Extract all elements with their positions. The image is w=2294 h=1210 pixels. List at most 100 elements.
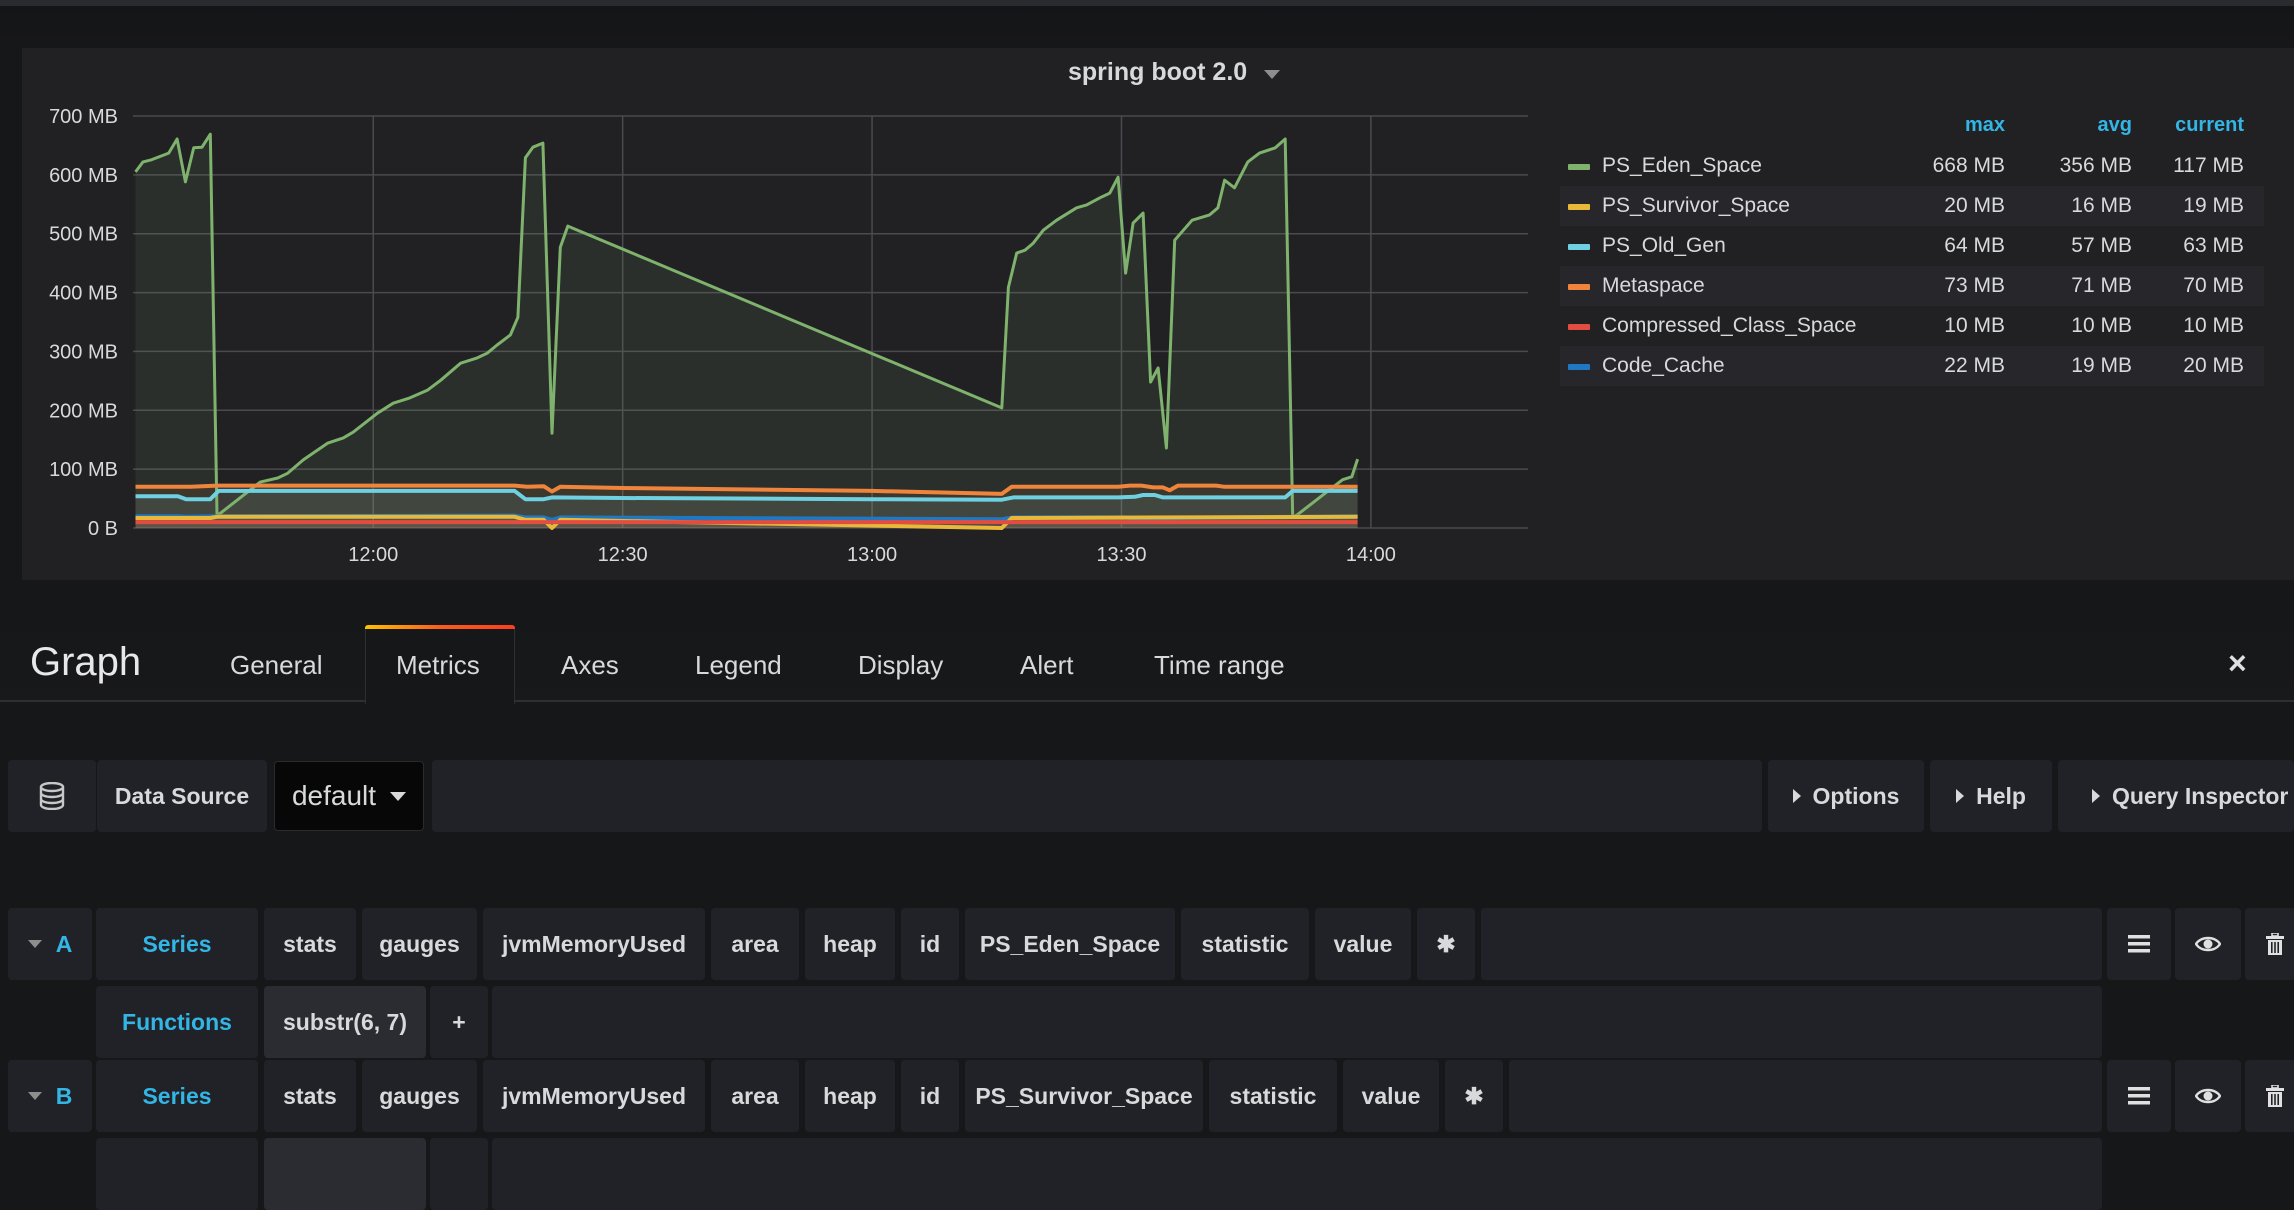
query-menu-button[interactable] — [2107, 908, 2171, 980]
trash-icon — [2266, 933, 2284, 955]
query-segment[interactable]: gauges — [362, 1060, 477, 1132]
legend-value-current: 70 MB — [2183, 274, 2244, 297]
toggle-visibility-button[interactable] — [2175, 908, 2241, 980]
query-row-filler — [1509, 1060, 2102, 1132]
legend-swatch[interactable] — [1568, 244, 1590, 250]
close-icon[interactable]: × — [2228, 645, 2247, 682]
y-tick-label: 700 MB — [49, 106, 118, 128]
datasource-label: Data Source — [97, 760, 267, 832]
query-segment[interactable]: heap — [805, 908, 895, 980]
functions-label: Functions — [96, 986, 258, 1058]
query-segment[interactable]: PS_Survivor_Space — [965, 1060, 1203, 1132]
legend-series-name[interactable]: Compressed_Class_Space — [1602, 314, 1856, 338]
query-segment[interactable]: jvmMemoryUsed — [483, 908, 705, 980]
query-inspector-label: Query Inspector — [2112, 782, 2289, 809]
query-ref-toggle[interactable]: B — [8, 1060, 92, 1132]
database-icon — [39, 782, 65, 810]
tab-metrics[interactable]: Metrics — [396, 650, 480, 681]
legend: max avg current PS_Eden_Space 668 MB 356 M… — [1560, 108, 2264, 386]
query-segment[interactable]: value — [1315, 908, 1411, 980]
function-chip[interactable]: substr(6, 7) — [264, 986, 426, 1058]
tab-axes[interactable]: Axes — [561, 650, 619, 681]
query-segment[interactable]: statistic — [1181, 908, 1309, 980]
eye-icon — [2195, 1088, 2221, 1104]
legend-header-current[interactable]: current — [2144, 114, 2244, 137]
legend-swatch[interactable] — [1568, 324, 1590, 330]
add-function-button[interactable]: + — [430, 986, 488, 1058]
editor-header — [0, 620, 2294, 702]
legend-swatch[interactable] — [1568, 164, 1590, 170]
help-label: Help — [1976, 782, 2026, 809]
function-chip[interactable] — [264, 1138, 426, 1210]
tab-time-range[interactable]: Time range — [1154, 650, 1285, 681]
query-segment[interactable]: jvmMemoryUsed — [483, 1060, 705, 1132]
y-tick-label: 200 MB — [49, 400, 118, 422]
options-button[interactable]: Options — [1768, 760, 1924, 832]
help-button[interactable]: Help — [1930, 760, 2052, 832]
legend-value-max: 73 MB — [1944, 274, 2005, 297]
legend-item[interactable]: PS_Old_Gen 64 MB 57 MB 63 MB — [1560, 226, 2264, 266]
collapse-caret-icon — [27, 940, 42, 948]
toggle-visibility-button[interactable] — [2175, 1060, 2241, 1132]
legend-item[interactable]: PS_Survivor_Space 20 MB 16 MB 19 MB — [1560, 186, 2264, 226]
legend-swatch[interactable] — [1568, 364, 1590, 370]
query-segment[interactable]: id — [901, 908, 959, 980]
legend-item[interactable]: Compressed_Class_Space 10 MB 10 MB 10 MB — [1560, 306, 2264, 346]
legend-value-avg: 356 MB — [2059, 154, 2132, 177]
legend-item[interactable]: Code_Cache 22 MB 19 MB 20 MB — [1560, 346, 2264, 386]
add-segment-button[interactable]: ✱ — [1417, 908, 1475, 980]
caret-right-icon — [2092, 789, 2100, 803]
legend-value-avg: 16 MB — [2071, 194, 2132, 217]
y-tick-label: 600 MB — [49, 165, 118, 187]
query-segment[interactable]: value — [1343, 1060, 1439, 1132]
eye-icon — [2195, 936, 2221, 952]
query-row-filler — [1481, 908, 2102, 980]
legend-series-name[interactable]: PS_Eden_Space — [1602, 154, 1762, 178]
editor-title: Graph — [30, 640, 142, 684]
query-segment[interactable]: stats — [264, 1060, 356, 1132]
tab-display[interactable]: Display — [858, 650, 943, 681]
query-segment[interactable]: PS_Eden_Space — [965, 908, 1175, 980]
legend-value-max: 10 MB — [1944, 314, 2005, 337]
legend-value-avg: 19 MB — [2071, 354, 2132, 377]
chevron-down-icon — [390, 791, 407, 801]
legend-value-avg: 71 MB — [2071, 274, 2132, 297]
legend-header-avg[interactable]: avg — [2032, 114, 2132, 137]
functions-label — [96, 1138, 258, 1210]
legend-series-name[interactable]: PS_Old_Gen — [1602, 234, 1726, 258]
x-tick-label: 12:00 — [348, 544, 398, 566]
y-tick-label: 500 MB — [49, 224, 118, 246]
query-menu-button[interactable] — [2107, 1060, 2171, 1132]
query-segment[interactable]: id — [901, 1060, 959, 1132]
series-label: Series — [96, 1060, 258, 1132]
legend-value-current: 20 MB — [2183, 354, 2244, 377]
legend-item[interactable]: PS_Eden_Space 668 MB 356 MB 117 MB — [1560, 146, 2264, 186]
add-segment-button[interactable]: ✱ — [1445, 1060, 1503, 1132]
tab-legend[interactable]: Legend — [695, 650, 782, 681]
query-ref-toggle[interactable]: A — [8, 908, 92, 980]
legend-swatch[interactable] — [1568, 284, 1590, 290]
query-inspector-button[interactable]: Query Inspector — [2058, 760, 2294, 832]
y-tick-label: 0 B — [88, 518, 118, 540]
query-segment[interactable]: gauges — [362, 908, 477, 980]
legend-item[interactable]: Metaspace 73 MB 71 MB 70 MB — [1560, 266, 2264, 306]
functions-row-filler — [492, 986, 2102, 1058]
query-segment[interactable]: area — [711, 908, 799, 980]
delete-query-button[interactable] — [2245, 1060, 2294, 1132]
query-segment[interactable]: heap — [805, 1060, 895, 1132]
x-tick-label: 13:30 — [1096, 544, 1146, 566]
tab-alert[interactable]: Alert — [1020, 650, 1073, 681]
x-tick-label: 14:00 — [1346, 544, 1396, 566]
legend-header-max[interactable]: max — [1905, 114, 2005, 137]
legend-series-name[interactable]: Metaspace — [1602, 274, 1705, 298]
query-segment[interactable]: statistic — [1209, 1060, 1337, 1132]
delete-query-button[interactable] — [2245, 908, 2294, 980]
query-segment[interactable]: area — [711, 1060, 799, 1132]
legend-series-name[interactable]: PS_Survivor_Space — [1602, 194, 1790, 218]
add-function-button[interactable] — [430, 1138, 488, 1210]
legend-swatch[interactable] — [1568, 204, 1590, 210]
query-segment[interactable]: stats — [264, 908, 356, 980]
tab-general[interactable]: General — [230, 650, 323, 681]
datasource-select[interactable]: default — [274, 761, 424, 831]
legend-series-name[interactable]: Code_Cache — [1602, 354, 1725, 378]
